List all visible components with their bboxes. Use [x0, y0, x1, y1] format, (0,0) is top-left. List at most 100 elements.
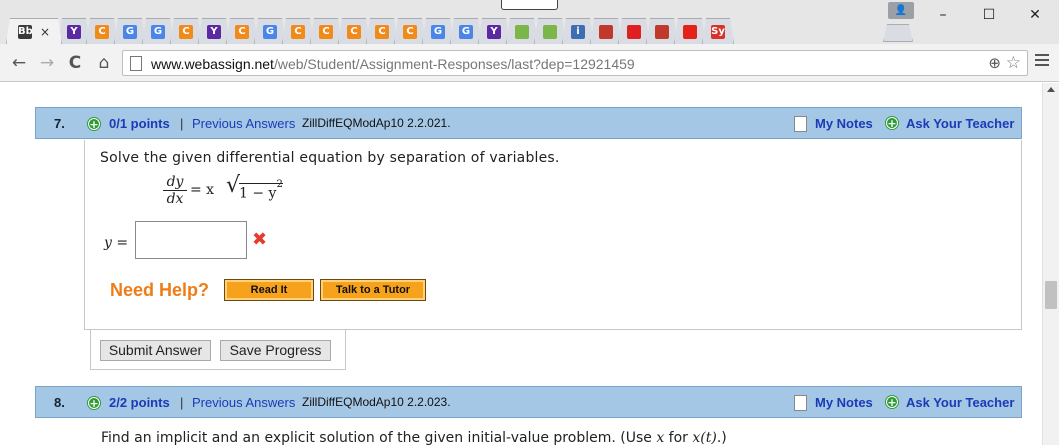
scrollbar-thumb[interactable]: [1045, 281, 1057, 309]
address-bar[interactable]: www.webassign.net/web/Student/Assignment…: [122, 50, 1028, 76]
browser-chrome: Bb × Y C G G C Y C G C C C C C G G Yi Sy 👤 – ☐ ✕ ← → C ⌂ w…: [0, 0, 1059, 82]
answer-label: y =: [104, 234, 128, 252]
tab-favicon-icon: Y: [207, 25, 221, 39]
tab-favicon-icon: Y: [67, 25, 81, 39]
new-tab-button[interactable]: [883, 24, 913, 42]
bookmark-star-icon[interactable]: ☆: [1006, 53, 1021, 73]
browser-tab[interactable]: [534, 18, 566, 44]
tab-favicon-icon: Bb: [17, 25, 33, 37]
browser-tab[interactable]: G: [254, 18, 286, 44]
url-text[interactable]: www.webassign.net/web/Student/Assignment…: [151, 55, 635, 73]
save-progress-button[interactable]: Save Progress: [220, 340, 331, 361]
browser-tab[interactable]: G: [450, 18, 482, 44]
browser-tab[interactable]: i: [562, 18, 594, 44]
radicand-text: 1 − y: [239, 185, 277, 202]
plus-icon: +: [88, 397, 100, 410]
page-viewport: 7. + 0/1 points | Previous Answers ZillD…: [0, 83, 1042, 445]
browser-tab[interactable]: G: [422, 18, 454, 44]
derivative-fraction: dy dx: [163, 175, 187, 206]
need-help-label: Need Help?: [110, 280, 210, 300]
browser-tab[interactable]: C: [310, 18, 342, 44]
browser-tab[interactable]: C: [86, 18, 118, 44]
fraction-numerator: dy: [163, 175, 187, 191]
talk-to-tutor-button[interactable]: Talk to a Tutor: [320, 279, 426, 301]
minimize-button[interactable]: –: [920, 0, 966, 30]
tab-favicon-icon: C: [95, 25, 109, 39]
ask-teacher-link[interactable]: Ask Your Teacher: [906, 116, 1014, 131]
browser-tab[interactable]: [618, 18, 650, 44]
ask-teacher-link[interactable]: Ask Your Teacher: [906, 395, 1014, 410]
tab-favicon-icon: G: [459, 25, 473, 39]
tab-favicon-icon: G: [123, 25, 137, 39]
question-number: 8.: [54, 395, 65, 410]
plus-icon: +: [886, 117, 898, 130]
tab-favicon-icon: C: [179, 25, 193, 39]
browser-tab[interactable]: [646, 18, 678, 44]
browser-tab[interactable]: G: [142, 18, 174, 44]
maximize-button[interactable]: ☐: [966, 0, 1012, 30]
note-icon[interactable]: [794, 395, 807, 411]
browser-tab[interactable]: [590, 18, 622, 44]
tab-favicon-icon: [627, 25, 641, 39]
prompt-start: Find an implicit and an explicit solutio…: [101, 430, 657, 445]
vertical-scrollbar[interactable]: [1042, 83, 1059, 445]
read-it-button[interactable]: Read It: [224, 279, 314, 301]
separator: |: [180, 116, 184, 131]
equation-rhs: = x: [190, 182, 215, 198]
plus-icon: +: [88, 118, 100, 131]
answer-variable: y: [104, 235, 112, 251]
menu-icon[interactable]: [1035, 54, 1049, 69]
prompt-function: x(t): [692, 430, 717, 445]
question-number: 7.: [54, 116, 65, 131]
note-icon[interactable]: [794, 116, 807, 132]
points-link[interactable]: 2/2 points: [109, 395, 170, 410]
fraction-denominator: dx: [166, 191, 184, 207]
browser-tab[interactable]: Y: [198, 18, 230, 44]
previous-answers-link[interactable]: Previous Answers: [192, 395, 295, 410]
tab-favicon-icon: [543, 25, 557, 39]
plus-icon: +: [886, 396, 898, 409]
forward-icon[interactable]: →: [36, 52, 58, 74]
tab-favicon-icon: Y: [487, 25, 501, 39]
browser-tab[interactable]: [674, 18, 706, 44]
tab-favicon-icon: C: [347, 25, 361, 39]
browser-tab[interactable]: Y: [58, 18, 90, 44]
close-window-button[interactable]: ✕: [1012, 0, 1058, 30]
browser-tab[interactable]: Y: [478, 18, 510, 44]
reload-icon[interactable]: C: [64, 52, 86, 74]
tab-favicon-icon: [683, 25, 697, 39]
browser-tab[interactable]: C: [394, 18, 426, 44]
points-link[interactable]: 0/1 points: [109, 116, 170, 131]
url-host: www.webassign.net: [151, 56, 274, 72]
back-icon[interactable]: ←: [8, 52, 30, 74]
tab-favicon-icon: Sy: [711, 25, 725, 37]
tab-favicon-icon: G: [151, 25, 165, 39]
home-icon[interactable]: ⌂: [93, 52, 115, 74]
answer-input[interactable]: [135, 221, 247, 259]
scroll-up-arrow-icon[interactable]: [1047, 87, 1055, 92]
tab-favicon-icon: [655, 25, 669, 39]
tab-favicon-icon: C: [291, 25, 305, 39]
close-tab-icon[interactable]: ×: [40, 26, 50, 38]
incorrect-icon: ✖: [252, 229, 268, 250]
previous-answers-link[interactable]: Previous Answers: [192, 116, 295, 131]
tab-favicon-icon: [515, 25, 529, 39]
browser-tab[interactable]: Bb ×: [6, 18, 62, 44]
browser-tab[interactable]: Sy: [702, 18, 734, 44]
profile-icon[interactable]: 👤: [888, 2, 914, 19]
browser-tab[interactable]: C: [282, 18, 314, 44]
question-code: ZillDiffEQModAp10 2.2.021.: [302, 116, 451, 130]
zoom-icon[interactable]: ⊕: [988, 54, 1001, 72]
my-notes-link[interactable]: My Notes: [815, 395, 873, 410]
browser-tab[interactable]: C: [338, 18, 370, 44]
browser-tab[interactable]: C: [366, 18, 398, 44]
separator: |: [180, 395, 184, 410]
browser-tab[interactable]: C: [170, 18, 202, 44]
browser-tab[interactable]: C: [226, 18, 258, 44]
browser-tab[interactable]: [506, 18, 538, 44]
window-grab-handle[interactable]: [501, 0, 558, 10]
browser-tab[interactable]: G: [114, 18, 146, 44]
submit-answer-button[interactable]: Submit Answer: [100, 340, 211, 361]
my-notes-link[interactable]: My Notes: [815, 116, 873, 131]
question-7-header: 7. + 0/1 points | Previous Answers ZillD…: [35, 107, 1022, 139]
